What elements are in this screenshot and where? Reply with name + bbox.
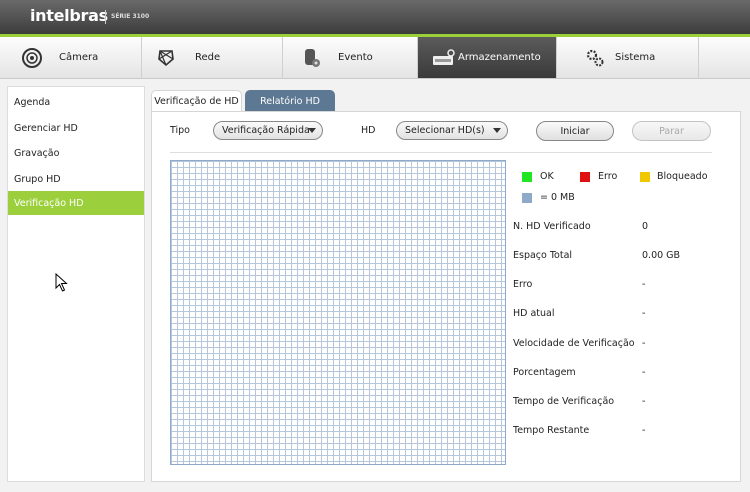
- info-value-check-time: -: [642, 396, 646, 407]
- network-icon: [154, 46, 178, 70]
- tipo-label: Tipo: [170, 125, 190, 136]
- subtab-hd-check[interactable]: Verificação de HD: [151, 90, 242, 112]
- tab-camera[interactable]: Câmera: [0, 37, 142, 78]
- sidebar-item-verificacao-hd[interactable]: Verificação HD: [8, 191, 144, 215]
- info-value-total-space: 0.00 GB: [642, 250, 681, 261]
- sidebar-item-label: Gerenciar HD: [14, 122, 78, 134]
- sidebar-item-label: Agenda: [14, 96, 51, 108]
- tab-event[interactable]: Evento: [283, 37, 418, 78]
- info-value-percentage: -: [642, 367, 646, 378]
- tab-camera-label: Câmera: [59, 52, 99, 63]
- info-value-remaining-time: -: [642, 425, 646, 436]
- info-label-error: Erro: [513, 279, 533, 290]
- hd-sector-grid: [170, 160, 506, 465]
- legend-ok-label: OK: [540, 171, 554, 182]
- system-gears-icon: [583, 46, 607, 70]
- chevron-down-icon: [308, 128, 316, 133]
- info-label-total-space: Espaço Total: [513, 250, 573, 261]
- series-label: SÉRIE 3100: [111, 13, 150, 20]
- hd-select-value: Selecionar HD(s): [405, 125, 485, 136]
- sidebar-item-gerenciar-hd[interactable]: Gerenciar HD: [8, 116, 144, 140]
- check-type-value: Verificação Rápida: [222, 125, 310, 136]
- event-icon: [299, 46, 323, 70]
- info-value-current-hd: -: [642, 308, 646, 319]
- chevron-down-icon: [493, 128, 501, 133]
- brand-logo: intelbras: [30, 6, 108, 25]
- legend-error-label: Erro: [598, 171, 618, 182]
- blocked-color-swatch: [640, 172, 650, 182]
- form-divider: [170, 152, 712, 153]
- mouse-cursor-icon: [55, 272, 68, 295]
- error-color-swatch: [580, 172, 590, 182]
- info-value-check-speed: -: [642, 338, 646, 349]
- stop-button-label: Parar: [659, 125, 684, 137]
- sidebar-item-label: Gravação: [14, 147, 60, 159]
- info-label-checked-count: N. HD Verificado: [513, 221, 591, 232]
- main-tab-bar: Câmera Rede Evento Armazenamento Sistema: [0, 37, 750, 79]
- info-label-current-hd: HD atual: [513, 308, 555, 319]
- info-label-check-time: Tempo de Verificação: [513, 396, 615, 407]
- info-value-error: -: [642, 279, 646, 290]
- info-label-remaining-time: Tempo Restante: [513, 425, 590, 436]
- subtab-hd-report[interactable]: Relatório HD: [245, 90, 335, 112]
- tab-storage[interactable]: Armazenamento: [418, 37, 557, 78]
- storage-icon: [432, 46, 456, 70]
- tab-network-label: Rede: [195, 52, 221, 63]
- sidebar-item-agenda[interactable]: Agenda: [8, 90, 144, 114]
- tab-storage-label: Armazenamento: [458, 52, 541, 63]
- top-header-bar: intelbras SÉRIE 3100: [0, 0, 750, 34]
- info-label-check-speed: Velocidade de Verificação: [513, 338, 635, 349]
- subtab-hd-report-label: Relatório HD: [260, 95, 320, 107]
- sidebar-item-grupo-hd[interactable]: Grupo HD: [8, 167, 144, 191]
- sidebar-item-label: Grupo HD: [14, 173, 61, 185]
- hd-label: HD: [361, 125, 376, 136]
- tab-system-label: Sistema: [615, 52, 656, 63]
- hd-select[interactable]: Selecionar HD(s): [396, 121, 508, 140]
- legend-block-size: = 0 MB: [540, 192, 575, 203]
- check-type-select[interactable]: Verificação Rápida: [213, 121, 323, 140]
- tab-event-label: Evento: [338, 52, 373, 63]
- start-button-label: Iniciar: [560, 125, 590, 137]
- start-button[interactable]: Iniciar: [536, 121, 614, 141]
- info-value-checked-count: 0: [642, 221, 649, 232]
- tab-network[interactable]: Rede: [142, 37, 283, 78]
- subtab-hd-check-label: Verificação de HD: [154, 96, 239, 107]
- camera-icon: [20, 46, 44, 70]
- info-label-percentage: Porcentagem: [513, 367, 576, 378]
- sidebar-item-gravacao[interactable]: Gravação: [8, 141, 144, 165]
- legend-blocked-label: Bloqueado: [657, 171, 708, 182]
- ok-color-swatch: [522, 172, 532, 182]
- logo-divider: [105, 10, 106, 24]
- sidebar-item-label: Verificação HD: [14, 197, 84, 209]
- block-size-swatch: [522, 193, 532, 203]
- tab-system[interactable]: Sistema: [557, 37, 699, 78]
- stop-button[interactable]: Parar: [632, 121, 711, 141]
- sidebar-menu: Agenda Gerenciar HD Gravação Grupo HD Ve…: [7, 86, 145, 482]
